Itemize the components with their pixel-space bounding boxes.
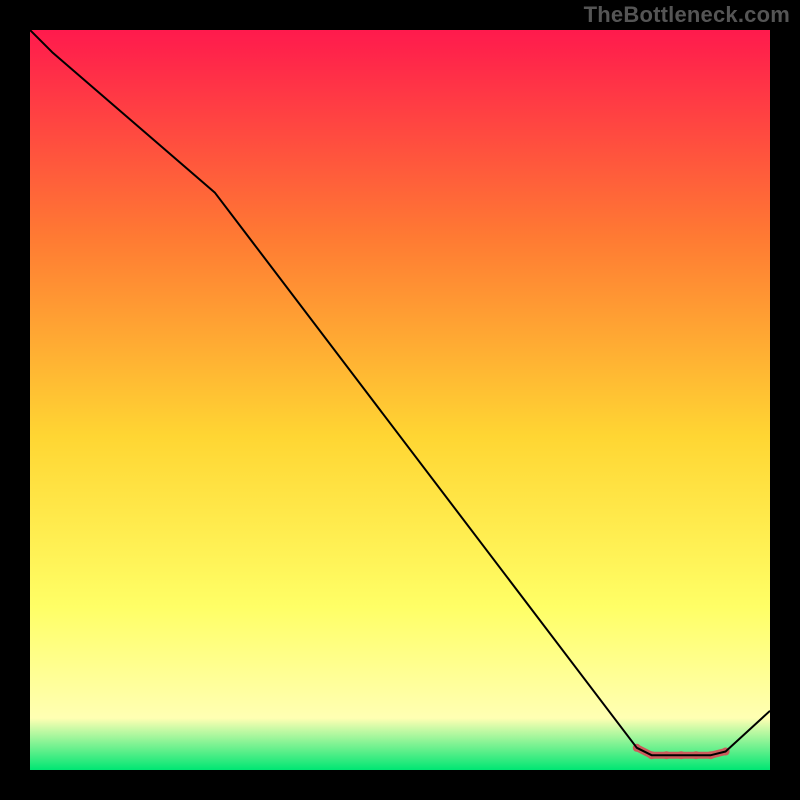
watermark-text: TheBottleneck.com (584, 2, 790, 28)
gradient-background (30, 30, 770, 770)
chart-svg (30, 30, 770, 770)
plot-area (30, 30, 770, 770)
chart-stage: TheBottleneck.com (0, 0, 800, 800)
